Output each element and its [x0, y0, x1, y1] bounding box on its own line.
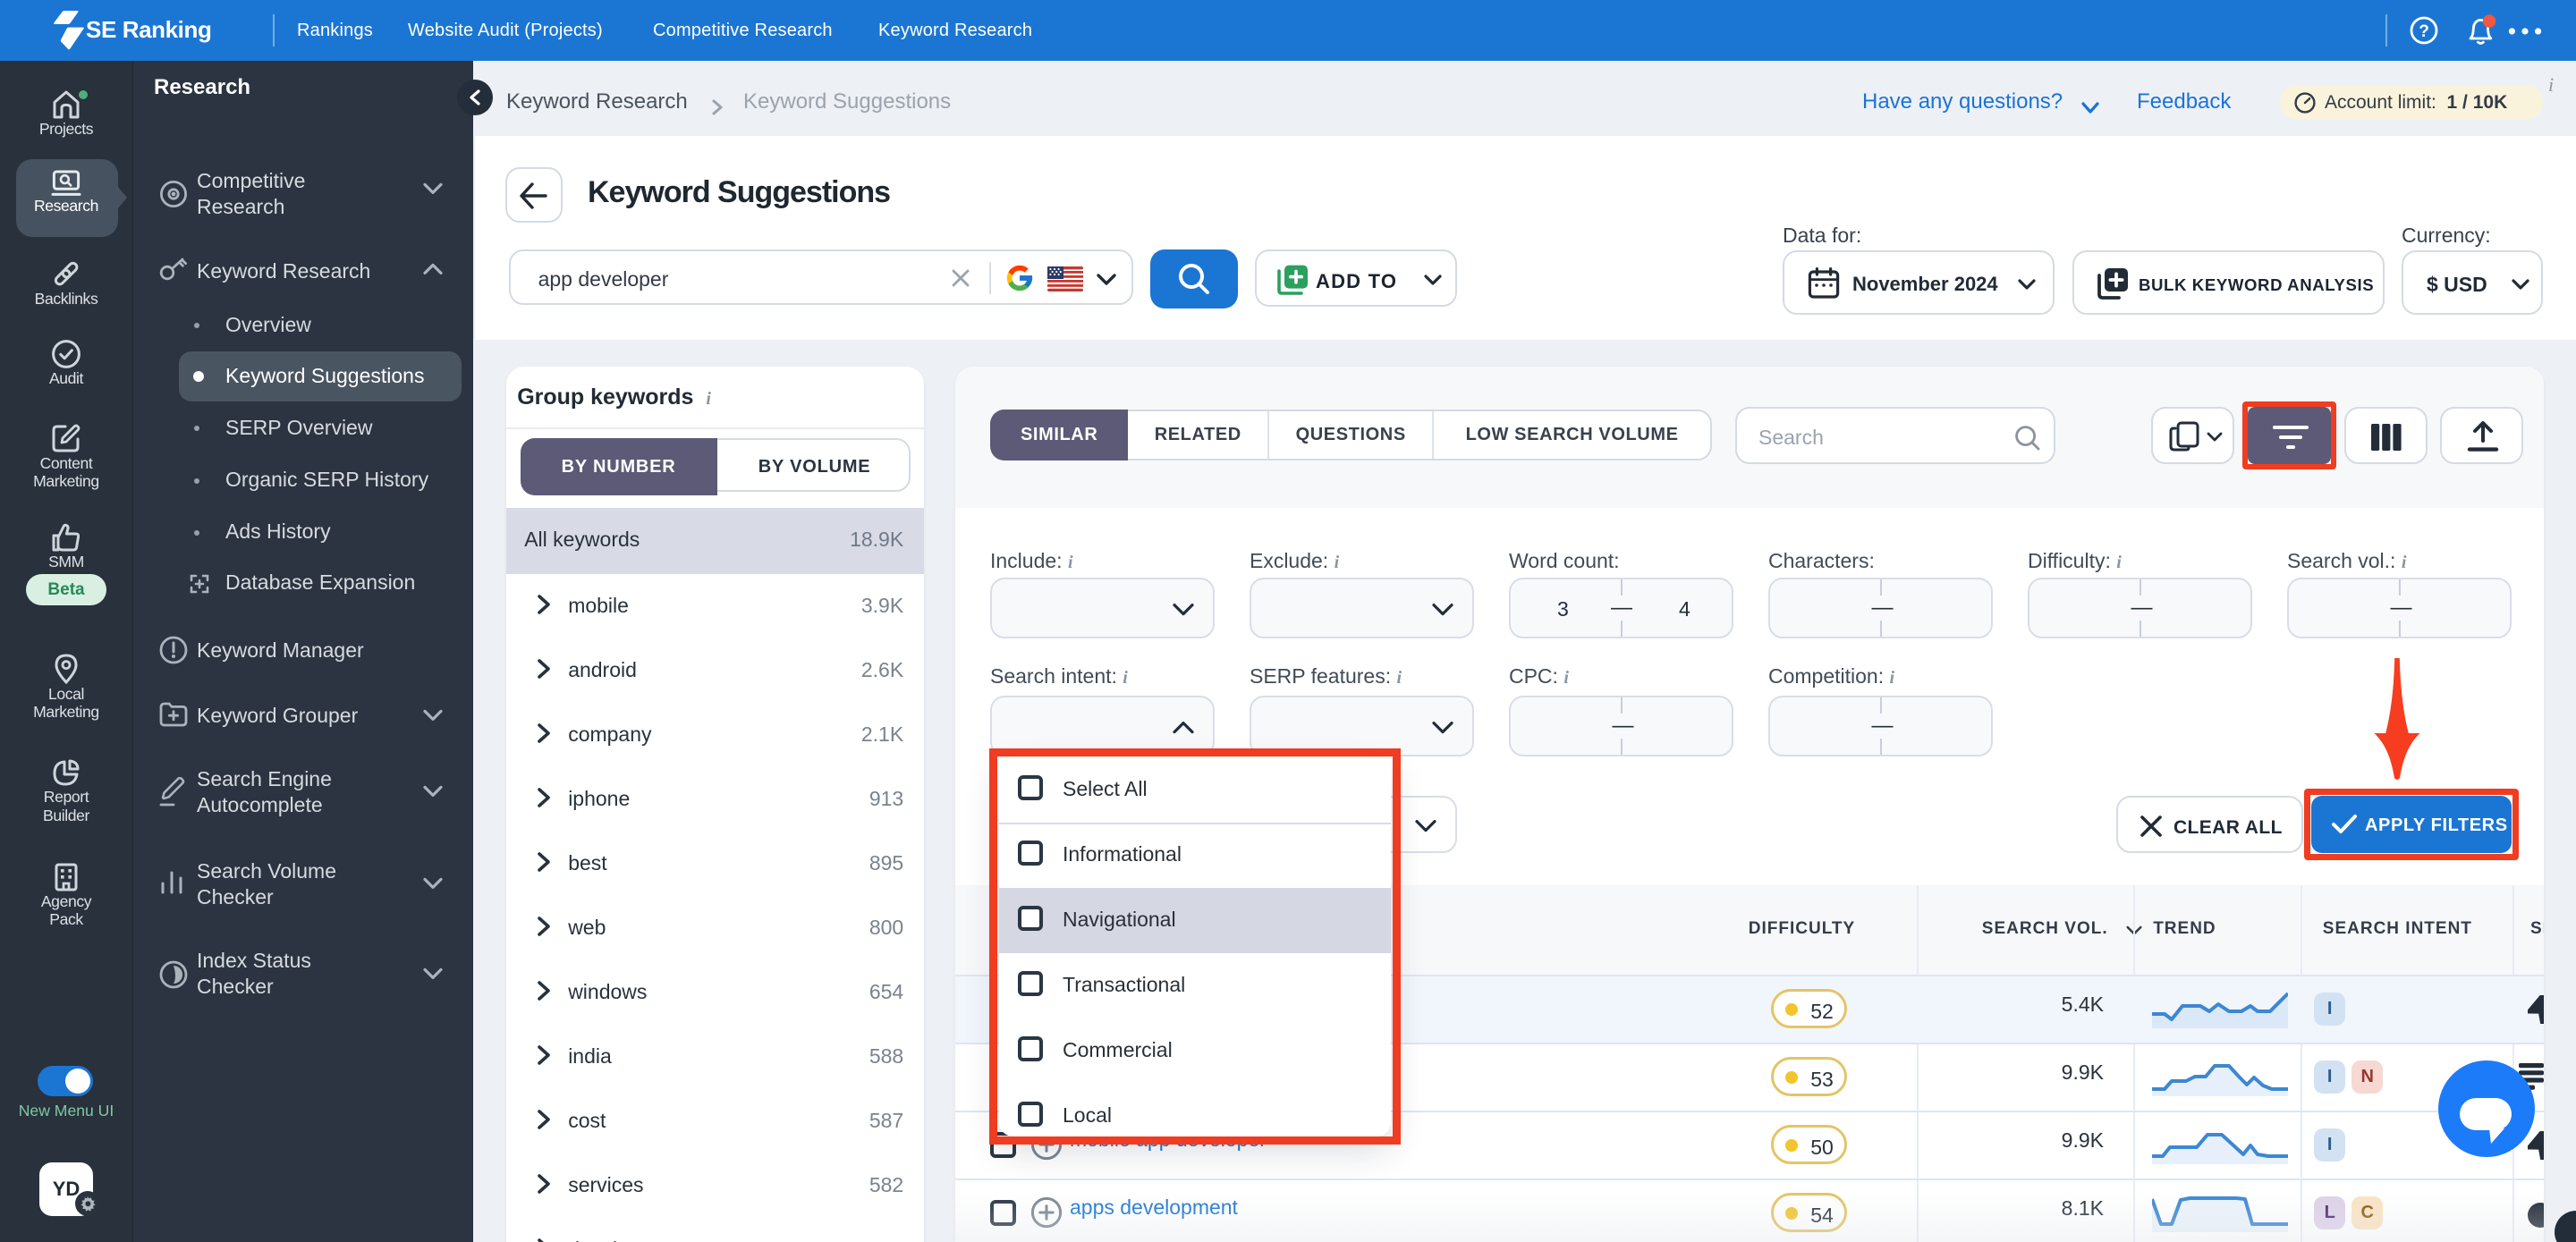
svg-text:?: ? [2419, 22, 2429, 41]
